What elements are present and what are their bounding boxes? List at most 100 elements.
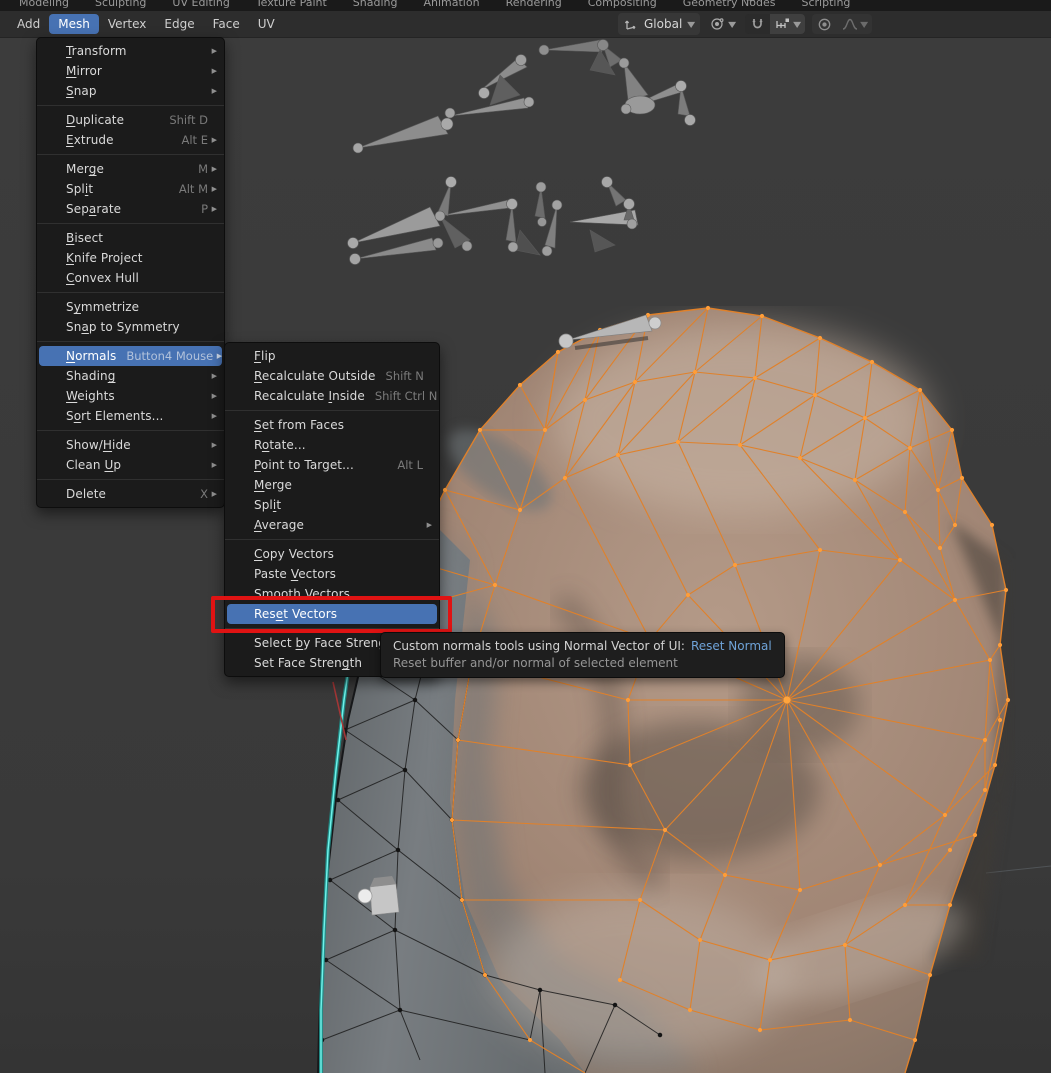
transform-orientation-icon [624,17,638,31]
workspace-tab-animation[interactable]: Animation [410,0,492,11]
menu-separator [225,535,439,544]
normals-submenu-item-reset-vectors[interactable]: Reset Vectors [227,604,437,624]
header-menu-uv[interactable]: UV [249,14,284,34]
mesh-menu-item-snap[interactable]: Snap ▶ [39,81,222,101]
chevron-down-icon: ▼ [687,20,695,29]
normals-submenu-item-recalculate-inside[interactable]: Recalculate Inside Shift Ctrl N [227,386,437,406]
normals-submenu-item-point-to-target[interactable]: Point to Target... Alt L [227,455,437,475]
viewport-header-controls: Global ▼ ▼ [618,11,872,37]
workspace-tab-shading[interactable]: Shading [340,0,411,11]
tooltip: Custom normals tools using Normal Vector… [380,632,785,678]
proportional-editing-toggle[interactable] [812,14,837,34]
submenu-arrow-icon: ▶ [208,372,217,380]
snap-target-dropdown[interactable]: ▼ [770,14,805,34]
submenu-arrow-icon: ▶ [208,205,217,213]
viewport-header: AddMeshVertexEdgeFaceUV Global ▼ ▼ [0,11,1051,38]
submenu-arrow-icon: ▶ [423,521,432,529]
normals-submenu-item-split[interactable]: Split [227,495,437,515]
mesh-menu-item-delete[interactable]: Delete X ▶ [39,484,222,504]
header-menu-mesh[interactable]: Mesh [49,14,99,34]
normals-submenu-item-rotate[interactable]: Rotate... [227,435,437,455]
pivot-point-icon [709,16,725,32]
tooltip-description: Reset buffer and/or normal of selected e… [393,656,772,670]
menu-separator [37,219,224,228]
workspace-tab-texture-paint[interactable]: Texture Paint [243,0,340,11]
workspace-tab-modeling[interactable]: Modeling [6,0,82,11]
normals-submenu-item-copy-vectors[interactable]: Copy Vectors [227,544,437,564]
normals-submenu-item-smooth-vectors[interactable]: Smooth Vectors [227,584,437,604]
workspace-tab-uv-editing[interactable]: UV Editing [159,0,242,11]
proportional-editing-icon [817,17,832,32]
snap-magnet-icon [750,17,765,32]
proportional-editing-controls: ▼ [812,14,872,34]
submenu-arrow-icon: ▶ [208,441,217,449]
proportional-falloff-dropdown[interactable]: ▼ [837,14,872,34]
pivot-point-dropdown[interactable]: ▼ [707,13,737,35]
menu-separator [37,475,224,484]
submenu-arrow-icon: ▶ [208,87,217,95]
mesh-menu-item-symmetrize[interactable]: Symmetrize [39,297,222,317]
mesh-menu: Transform ▶ Mirror ▶ Snap ▶ Duplicate Sh… [36,37,225,508]
mesh-menu-item-extrude[interactable]: Extrude Alt E ▶ [39,130,222,150]
menu-separator [37,288,224,297]
chevron-down-icon: ▼ [729,20,737,29]
snap-target-icon [775,17,791,31]
mesh-menu-item-weights[interactable]: Weights ▶ [39,386,222,406]
menu-separator [37,101,224,110]
submenu-arrow-icon: ▶ [208,47,217,55]
mesh-menu-item-show-hide[interactable]: Show/Hide ▶ [39,435,222,455]
workspace-tab-geometry-nodes[interactable]: Geometry Nodes [670,0,789,11]
mesh-menu-item-merge[interactable]: Merge M ▶ [39,159,222,179]
workspace-tab-scripting[interactable]: Scripting [789,0,864,11]
normals-submenu-item-flip[interactable]: Flip [227,346,437,366]
normals-submenu-item-merge[interactable]: Merge [227,475,437,495]
mesh-menu-item-bisect[interactable]: Bisect [39,228,222,248]
normals-submenu-item-average[interactable]: Average ▶ [227,515,437,535]
submenu-arrow-icon: ▶ [208,165,217,173]
header-menu-vertex[interactable]: Vertex [99,14,156,34]
normals-submenu: Flip Recalculate Outside Shift N Recalcu… [224,342,440,677]
submenu-arrow-icon: ▶ [208,136,217,144]
menu-separator [225,406,439,415]
mesh-menu-item-shading[interactable]: Shading ▶ [39,366,222,386]
mesh-menu-item-split[interactable]: Split Alt M ▶ [39,179,222,199]
submenu-arrow-icon: ▶ [208,412,217,420]
tooltip-title: Custom normals tools using Normal Vector… [393,639,685,653]
header-menu-face[interactable]: Face [204,14,249,34]
mesh-menu-item-normals[interactable]: Normals Button4 Mouse ▶ [39,346,222,366]
menu-separator [37,426,224,435]
mesh-menu-item-knife-project[interactable]: Knife Project [39,248,222,268]
fan-center-vertex [783,696,790,703]
menu-separator [37,337,224,346]
mesh-menu-item-convex-hull[interactable]: Convex Hull [39,268,222,288]
workspace-tab-rendering[interactable]: Rendering [493,0,575,11]
falloff-curve-icon [842,17,858,31]
workspace-tab-bar: ModelingSculptingUV EditingTexture Paint… [0,0,1051,11]
submenu-arrow-icon: ▶ [208,392,217,400]
normals-submenu-item-paste-vectors[interactable]: Paste Vectors [227,564,437,584]
header-menu-add[interactable]: Add [8,14,49,34]
submenu-arrow-icon: ▶ [213,352,222,360]
blender-window: ModelingSculptingUV EditingTexture Paint… [0,0,1051,1073]
normals-submenu-item-set-from-faces[interactable]: Set from Faces [227,415,437,435]
mesh-menu-item-separate[interactable]: Separate P ▶ [39,199,222,219]
mesh-menu-item-snap-to-symmetry[interactable]: Snap to Symmetry [39,317,222,337]
menu-separator [37,150,224,159]
transform-orientation-dropdown[interactable]: Global ▼ [618,13,700,35]
mesh-menu-item-duplicate[interactable]: Duplicate Shift D [39,110,222,130]
mesh-menu-item-mirror[interactable]: Mirror ▶ [39,61,222,81]
orientation-value: Global [642,17,684,31]
snap-toggle-button[interactable] [745,14,770,34]
mesh-menu-item-clean-up[interactable]: Clean Up ▶ [39,455,222,475]
mesh-menu-item-sort-elements[interactable]: Sort Elements... ▶ [39,406,222,426]
submenu-arrow-icon: ▶ [208,490,217,498]
submenu-arrow-icon: ▶ [208,67,217,75]
workspace-tab-compositing[interactable]: Compositing [575,0,670,11]
header-menu-edge[interactable]: Edge [155,14,203,34]
add-workspace-button[interactable]: + [745,0,756,8]
mesh-menu-item-transform[interactable]: Transform ▶ [39,41,222,61]
workspace-tab-sculpting[interactable]: Sculpting [82,0,159,11]
normals-submenu-item-recalculate-outside[interactable]: Recalculate Outside Shift N [227,366,437,386]
submenu-arrow-icon: ▶ [208,185,217,193]
chevron-down-icon: ▼ [860,20,868,29]
